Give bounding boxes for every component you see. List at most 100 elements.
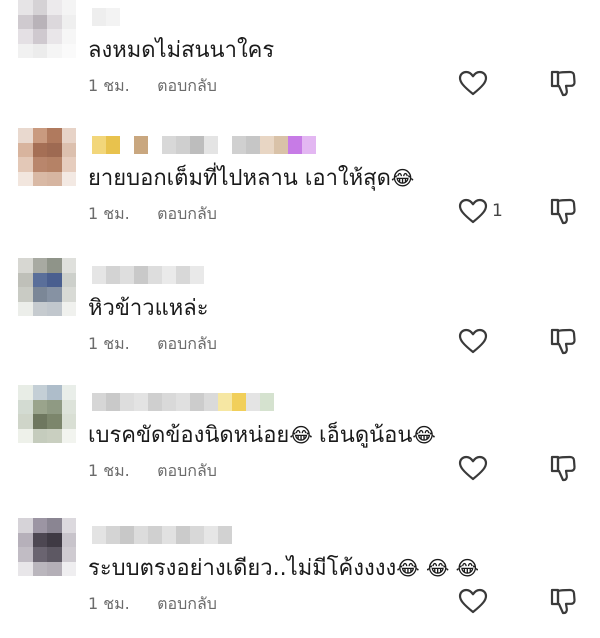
avatar-pixel [61,518,76,533]
avatar-pixel [32,414,47,429]
name-pixel [134,136,148,154]
name-pixel [190,526,204,544]
name-pixel [176,393,190,411]
thumbs-down-icon[interactable] [548,586,578,616]
avatar-pixel [18,547,33,562]
reply-button[interactable]: ตอบกลับ [157,334,217,353]
avatar-pixel [47,157,62,172]
avatar-pixel [61,128,76,143]
laugh-emoji: 😂 [390,166,415,190]
comment-text: เบรคขัดข้องนิดหน่อย😂 เอ็นดูน้อน😂 [88,421,436,450]
reply-button[interactable]: ตอบกลับ [157,461,217,480]
name-pixel [176,526,190,544]
avatar-pixel [61,29,76,44]
commenter-name-blurred[interactable] [92,526,232,544]
name-pixel [204,526,218,544]
avatar[interactable] [18,258,76,316]
heart-icon[interactable] [458,198,488,224]
name-pixel [176,136,190,154]
comment-time: 1 ชม. [88,594,130,613]
avatar-pixel [32,14,47,29]
heart-icon[interactable] [458,70,488,96]
avatar-pixel [47,399,62,414]
avatar-pixel [47,518,62,533]
avatar-pixel [32,301,47,316]
avatar[interactable] [18,0,76,58]
avatar-pixel [47,414,62,429]
reply-button[interactable]: ตอบกลับ [157,76,217,95]
avatar[interactable] [18,518,76,576]
commenter-name-blurred[interactable] [92,136,316,154]
avatar[interactable] [18,128,76,186]
commenter-name-blurred[interactable] [92,8,120,26]
name-pixel [246,393,260,411]
name-pixel [92,266,106,284]
avatar-pixel [32,157,47,172]
commenter-name-blurred[interactable] [92,266,204,284]
name-pixel [190,266,204,284]
name-pixel [134,393,148,411]
commenter-name-blurred[interactable] [92,393,274,411]
name-pixel [134,266,148,284]
avatar-pixel [32,532,47,547]
avatar-pixel [32,0,47,15]
thumbs-down-icon[interactable] [548,68,578,98]
avatar-pixel [47,14,62,29]
avatar-pixel [18,287,33,302]
thumbs-down-icon[interactable] [548,196,578,226]
avatar-pixel [47,142,62,157]
comment-text: หิวข้าวแหล่ะ [88,294,209,323]
comment-text: ลงหมดไม่สนนาใคร [88,36,274,65]
avatar-pixel [18,301,33,316]
avatar-pixel [32,399,47,414]
avatar-pixel [61,428,76,443]
comment-body: หิวข้าวแหล่ะ [88,296,209,321]
avatar-pixel [32,547,47,562]
avatar-pixel [32,518,47,533]
avatar-pixel [18,399,33,414]
name-pixel [106,526,120,544]
avatar-pixel [61,0,76,15]
avatar-pixel [32,29,47,44]
name-pixel [204,136,218,154]
comment-body: เบรคขัดข้องนิดหน่อย [88,423,290,448]
heart-icon[interactable] [458,588,488,614]
name-pixel [302,136,316,154]
comment-body: ระบบตรงอย่างเดียว..ไม่มีโค้งงงง [88,556,397,581]
reply-button[interactable]: ตอบกลับ [157,204,217,223]
avatar-pixel [61,385,76,400]
avatar-pixel [18,14,33,29]
avatar-pixel [61,301,76,316]
avatar-pixel [47,0,62,15]
avatar-pixel [32,258,47,273]
avatar-pixel [18,142,33,157]
avatar-pixel [18,272,33,287]
name-pixel [218,393,232,411]
reply-button[interactable]: ตอบกลับ [157,594,217,613]
avatar-pixel [18,561,33,576]
avatar[interactable] [18,385,76,443]
avatar-pixel [18,532,33,547]
name-pixel [162,526,176,544]
avatar-pixel [32,128,47,143]
name-pixel [148,136,162,154]
name-pixel [148,526,162,544]
name-pixel [92,8,106,26]
heart-icon[interactable] [458,455,488,481]
avatar-pixel [18,385,33,400]
thumbs-down-icon[interactable] [548,453,578,483]
avatar-pixel [61,157,76,172]
thumbs-down-icon[interactable] [548,326,578,356]
comment-item-2: ยายบอกเต็มที่ไปหลาน เอาให้สุด😂 1 ชม. ตอบ… [0,128,600,248]
avatar-pixel [18,428,33,443]
name-pixel [120,526,134,544]
name-pixel [162,136,176,154]
comment-time: 1 ชม. [88,76,130,95]
name-pixel [246,136,260,154]
avatar-pixel [18,414,33,429]
laugh-emoji-2: 😂 [412,423,436,447]
avatar-pixel [61,171,76,186]
heart-icon[interactable] [458,328,488,354]
avatar-pixel [32,561,47,576]
avatar-pixel [61,561,76,576]
